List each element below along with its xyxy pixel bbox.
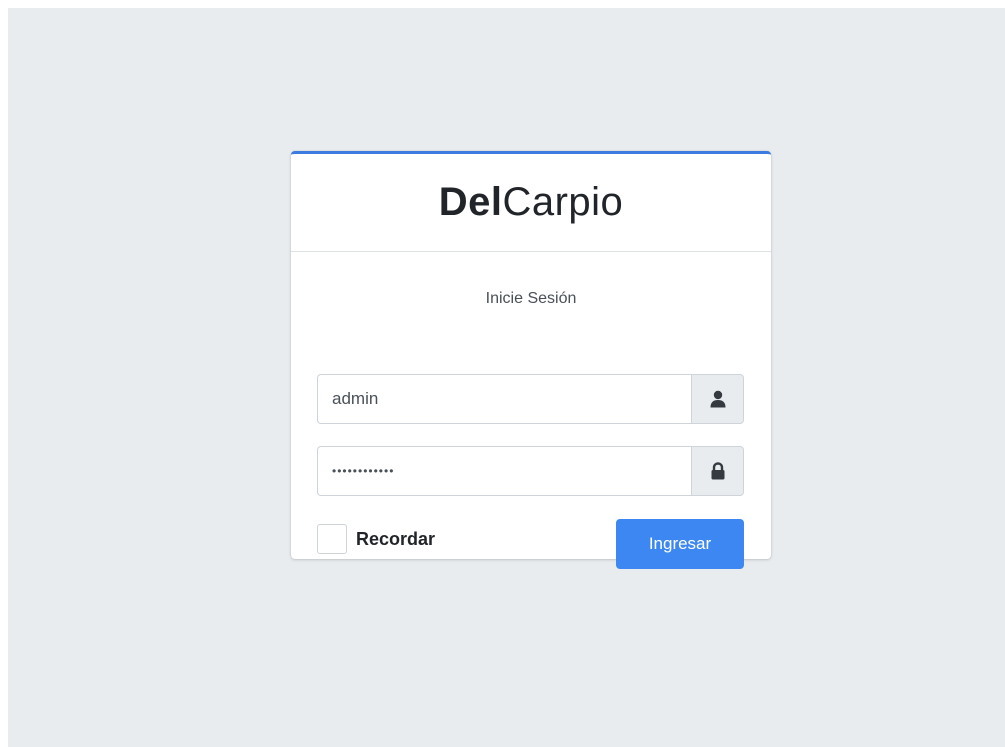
remember-checkbox[interactable] <box>317 524 347 554</box>
brand-logo-link[interactable]: DelCarpio <box>439 180 624 225</box>
user-icon <box>710 390 725 408</box>
username-input[interactable] <box>317 374 691 424</box>
password-input[interactable] <box>317 446 691 496</box>
login-card: DelCarpio Inicie Sesión admin Recordar I… <box>291 151 771 569</box>
lock-icon <box>711 462 724 480</box>
page-background: DelCarpio Inicie Sesión admin Recordar I… <box>8 8 1005 747</box>
remember-label[interactable]: Recordar <box>356 529 435 550</box>
username-addon <box>691 374 744 424</box>
login-button[interactable]: Ingresar <box>616 519 744 569</box>
card-header: DelCarpio <box>291 154 771 252</box>
card-body: Inicie Sesión admin Recordar Ingresar <box>291 289 771 569</box>
password-group <box>317 446 744 496</box>
brand-light: Carpio <box>502 180 624 224</box>
password-addon <box>691 446 744 496</box>
remember-row: Recordar <box>317 524 435 554</box>
username-group <box>317 374 744 424</box>
login-message: Inicie Sesión <box>485 290 577 307</box>
brand-bold: Del <box>438 180 503 224</box>
